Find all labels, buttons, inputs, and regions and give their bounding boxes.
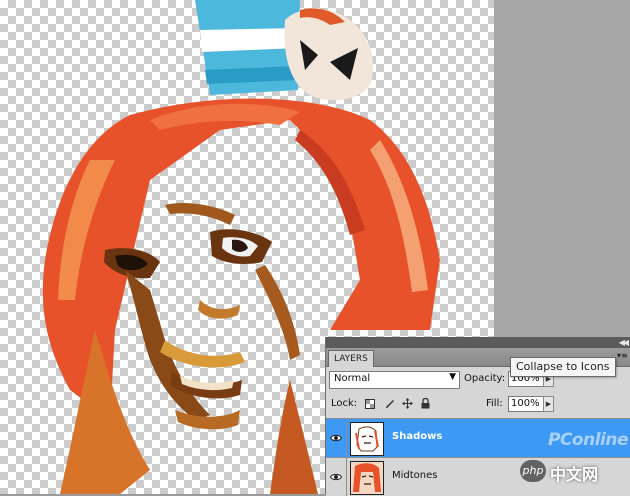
layer-name: Shadows xyxy=(392,431,443,442)
layer-row-shadows[interactable]: Shadows xyxy=(326,418,630,457)
lock-label: Lock: xyxy=(331,398,358,409)
panel-menu-icon[interactable]: ▾≡ xyxy=(617,351,628,361)
lock-row: Lock: Fill: 100% ▶ xyxy=(326,395,630,415)
blend-mode-select[interactable]: Normal ▼ xyxy=(329,371,460,389)
tooltip-collapse-to-icons: Collapse to Icons xyxy=(510,357,616,377)
triangle-right-icon[interactable]: ▶ xyxy=(543,396,554,412)
chevron-down-icon: ▼ xyxy=(449,372,456,382)
layer-thumbnail xyxy=(350,461,384,495)
padlock-icon[interactable] xyxy=(420,398,431,409)
checker-icon[interactable] xyxy=(364,398,375,409)
layer-row-midtones[interactable]: Midtones xyxy=(326,457,630,496)
move-icon[interactable] xyxy=(402,398,413,409)
tab-layers[interactable]: LAYERS xyxy=(328,350,374,367)
opacity-label: Opacity: xyxy=(464,373,506,384)
layer-name: Midtones xyxy=(392,470,438,481)
fill-label: Fill: xyxy=(486,398,503,409)
blend-mode-value: Normal xyxy=(334,373,371,384)
brush-icon[interactable] xyxy=(384,398,395,409)
eye-icon[interactable] xyxy=(326,419,347,457)
eye-icon[interactable] xyxy=(326,458,347,496)
fill-input[interactable]: 100% xyxy=(508,396,544,412)
panel-dock-bar: ◀◀ xyxy=(326,337,630,348)
layer-thumbnail xyxy=(350,422,384,456)
double-chevron-icon[interactable]: ◀◀ xyxy=(619,337,629,348)
